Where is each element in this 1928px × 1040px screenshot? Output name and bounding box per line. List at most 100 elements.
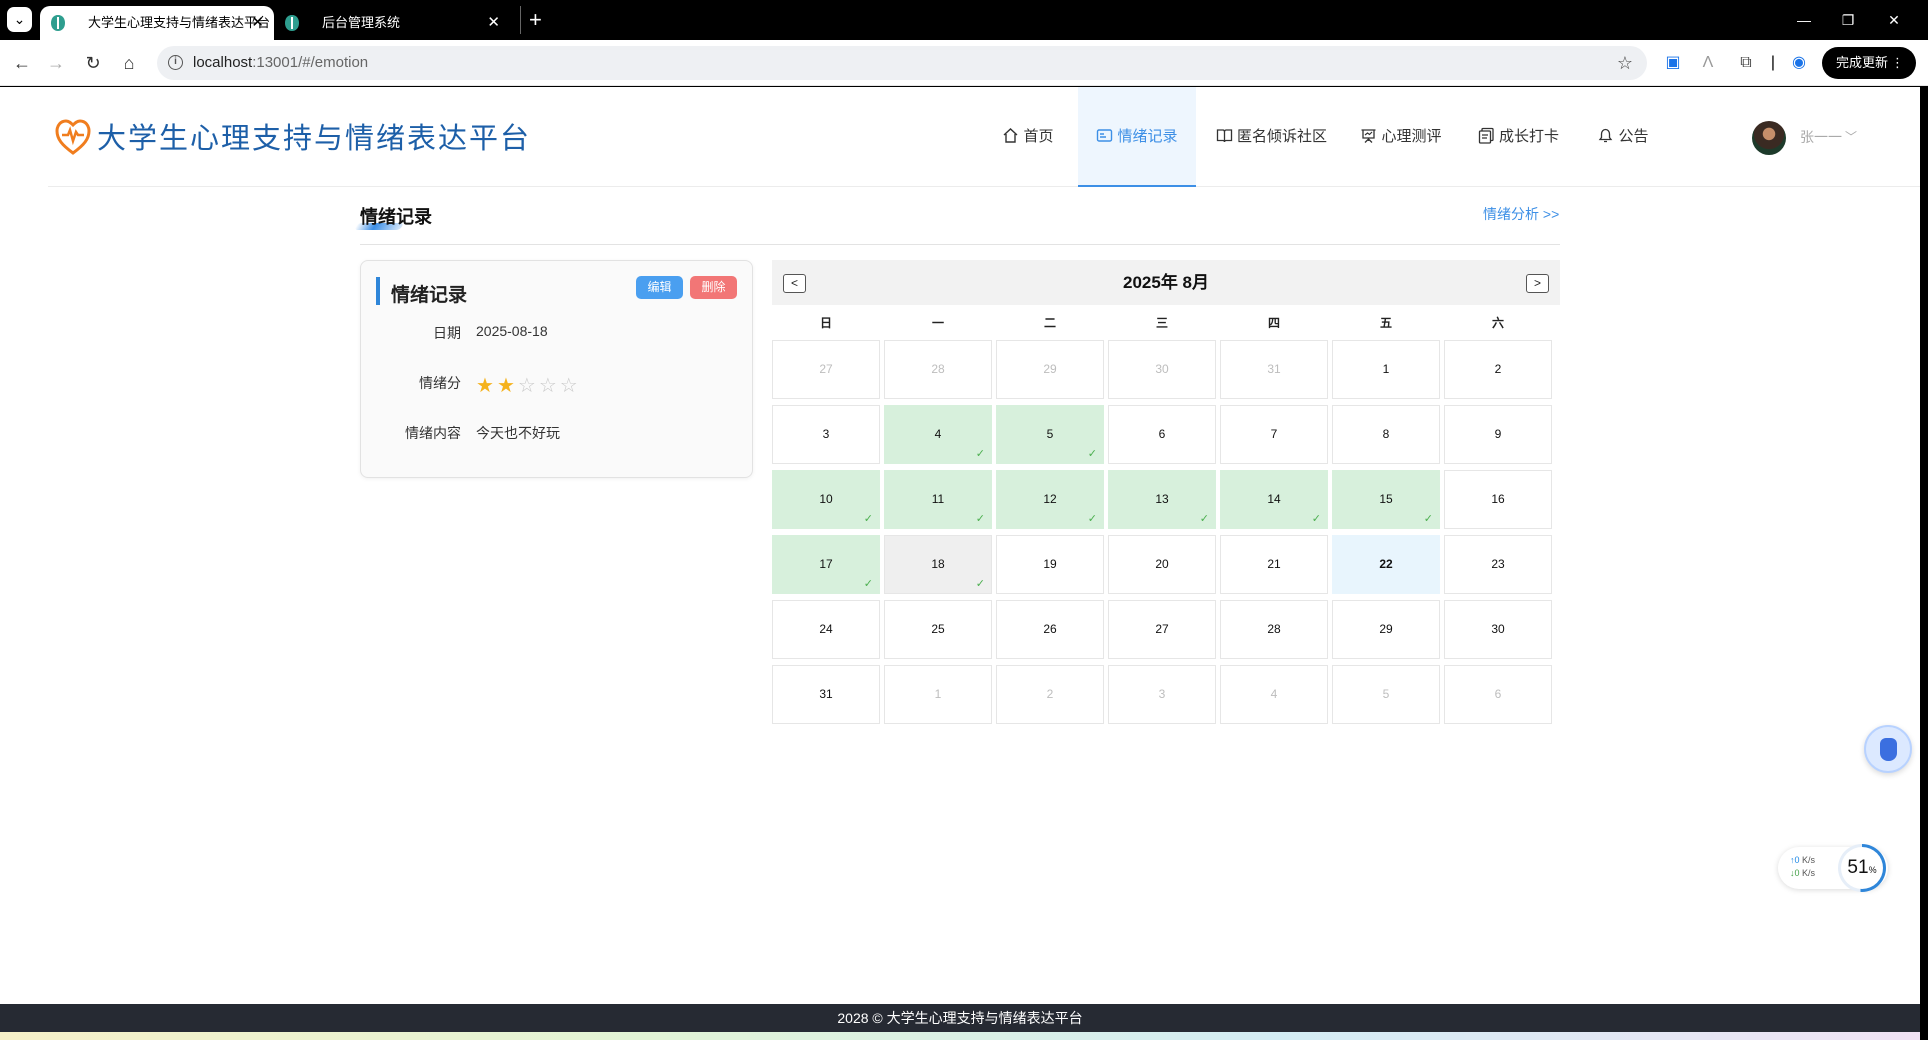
window-close-icon[interactable]: ✕ [1872, 0, 1916, 40]
browser-menu-icon[interactable]: ⋮ [1891, 47, 1904, 79]
browser-tab-active[interactable]: 大学生心理支持与情绪表达平台 ✕ [40, 6, 274, 40]
extensions-puzzle-icon[interactable]: ⧉ [1735, 52, 1757, 74]
nav-item-home[interactable]: 首页 [998, 87, 1058, 187]
calendar-day-other[interactable]: 31 [1220, 340, 1328, 399]
check-icon: ✓ [975, 513, 985, 525]
calendar-day-other[interactable]: 28 [884, 340, 992, 399]
star-empty-icon[interactable]: ☆ [560, 375, 581, 397]
calendar-day-label: 31 [1267, 362, 1281, 376]
calendar-day-other[interactable]: 29 [996, 340, 1104, 399]
prev-month-button[interactable]: < [783, 274, 806, 293]
calendar-day-normal[interactable]: 19 [996, 535, 1104, 594]
extension-screenshot-icon[interactable]: ▣ [1662, 52, 1684, 74]
calendar-day-label: 11 [931, 492, 945, 506]
calendar-day-normal[interactable]: 25 [884, 600, 992, 659]
extension-a-icon[interactable]: Λ [1697, 52, 1719, 74]
calendar-day-normal[interactable]: 3 [772, 405, 880, 464]
floating-assistant-button[interactable] [1864, 725, 1912, 773]
calendar-day-recorded[interactable]: 14 ✓ [1220, 470, 1328, 529]
calendar-day-other[interactable]: 1 [884, 665, 992, 724]
nav-item-checkin[interactable]: 成长打卡 [1478, 87, 1559, 187]
site-title[interactable]: 大学生心理支持与情绪表达平台 [97, 115, 531, 157]
calendar-day-other[interactable]: 30 [1108, 340, 1216, 399]
calendar-day-label: 27 [1155, 622, 1169, 636]
back-icon[interactable]: ← [10, 51, 34, 75]
nav-item-assessment[interactable]: 心理测评 [1358, 87, 1444, 187]
avatar[interactable] [1752, 121, 1786, 155]
nav-item-emotion-record[interactable]: 情绪记录 [1078, 87, 1196, 187]
calendar-day-normal[interactable]: 2 [1444, 340, 1552, 399]
profile-icon[interactable]: ◉ [1788, 52, 1810, 74]
calendar-day-normal[interactable]: 24 [772, 600, 880, 659]
calendar-day-normal[interactable]: 1 [1332, 340, 1440, 399]
nav-item-community[interactable]: 匿名倾诉社区 [1216, 87, 1327, 187]
star-filled-icon[interactable]: ★ [497, 375, 518, 397]
calendar-day-recorded[interactable]: 4 ✓ [884, 405, 992, 464]
update-button[interactable]: 完成更新 ⋮ [1822, 47, 1916, 79]
restore-icon[interactable]: ❐ [1826, 0, 1870, 40]
new-tab-button[interactable]: + [520, 6, 542, 34]
browser-tab-inactive[interactable]: 后台管理系统 ✕ [274, 6, 510, 40]
calendar-day-normal[interactable]: 9 [1444, 405, 1552, 464]
calendar-day-recorded[interactable]: 10 ✓ [772, 470, 880, 529]
url-text: localhost:13001/#/emotion [193, 54, 369, 71]
calendar-day-label: 21 [1267, 557, 1281, 571]
calendar-day-normal[interactable]: 28 [1220, 600, 1328, 659]
minimize-icon[interactable]: — [1782, 0, 1826, 40]
weekday-header: 日 [819, 316, 832, 330]
calendar-day-normal[interactable]: 7 [1220, 405, 1328, 464]
calendar-day-recorded[interactable]: 12 ✓ [996, 470, 1104, 529]
calendar-day-recorded[interactable]: 5 ✓ [996, 405, 1104, 464]
calendar-day-other[interactable]: 6 [1444, 665, 1552, 724]
calendar-day-recorded[interactable]: 15 ✓ [1332, 470, 1440, 529]
emotion-analysis-link[interactable]: 情绪分析 >> [1483, 204, 1559, 224]
calendar-day-normal[interactable]: 21 [1220, 535, 1328, 594]
check-icon: ✓ [1199, 513, 1209, 525]
calendar-day-normal[interactable]: 23 [1444, 535, 1552, 594]
calendar-day-normal[interactable]: 27 [1108, 600, 1216, 659]
star-empty-icon[interactable]: ☆ [518, 375, 539, 397]
tab-close-icon[interactable]: ✕ [251, 6, 264, 40]
star-empty-icon[interactable]: ☆ [539, 375, 560, 397]
home-browser-icon[interactable]: ⌂ [117, 51, 141, 75]
calendar-day-recorded[interactable]: 17 ✓ [772, 535, 880, 594]
check-icon: ✓ [863, 513, 873, 525]
calendar-day-today[interactable]: 22 [1332, 535, 1440, 594]
nav-item-announcement[interactable]: 公告 [1596, 87, 1650, 187]
check-icon: ✓ [975, 448, 985, 460]
next-month-button[interactable]: > [1526, 274, 1549, 293]
reload-icon[interactable]: ↻ [81, 51, 105, 75]
chevron-down-icon[interactable]: ﹀ [1845, 87, 1857, 187]
calendar-day-other[interactable]: 2 [996, 665, 1104, 724]
address-bar[interactable]: i localhost:13001/#/emotion ☆ [157, 46, 1647, 80]
site-info-icon[interactable]: i [168, 55, 183, 70]
calendar-day-label: 28 [1267, 622, 1281, 636]
calendar-day-other[interactable]: 4 [1220, 665, 1328, 724]
calendar-day-normal[interactable]: 31 [772, 665, 880, 724]
bookmark-star-icon[interactable]: ☆ [1617, 46, 1633, 80]
calendar-day-normal[interactable]: 8 [1332, 405, 1440, 464]
calendar-day-label: 14 [1267, 492, 1281, 506]
calendar-day-selected[interactable]: 18 ✓ [884, 535, 992, 594]
calendar-day-normal[interactable]: 16 [1444, 470, 1552, 529]
calendar-day-normal[interactable]: 20 [1108, 535, 1216, 594]
tab-search-button[interactable]: ⌄ [7, 7, 32, 32]
calendar-day-normal[interactable]: 26 [996, 600, 1104, 659]
calendar-day-recorded[interactable]: 13 ✓ [1108, 470, 1216, 529]
delete-button[interactable]: 删除 [690, 276, 737, 299]
cpu-usage-ring[interactable]: 51% [1838, 844, 1886, 892]
calendar-day-other[interactable]: 5 [1332, 665, 1440, 724]
forward-icon[interactable]: → [44, 51, 68, 75]
date-label: 日期 [433, 325, 461, 341]
calendar-day-label: 2 [1494, 362, 1502, 376]
user-name[interactable]: 张一一 [1800, 87, 1842, 187]
edit-button[interactable]: 编辑 [636, 276, 683, 299]
calendar-day-recorded[interactable]: 11 ✓ [884, 470, 992, 529]
star-filled-icon[interactable]: ★ [476, 375, 497, 397]
calendar-day-normal[interactable]: 6 [1108, 405, 1216, 464]
calendar-day-other[interactable]: 27 [772, 340, 880, 399]
tab-close-icon[interactable]: ✕ [487, 6, 500, 40]
calendar-day-normal[interactable]: 30 [1444, 600, 1552, 659]
calendar-day-normal[interactable]: 29 [1332, 600, 1440, 659]
calendar-day-other[interactable]: 3 [1108, 665, 1216, 724]
